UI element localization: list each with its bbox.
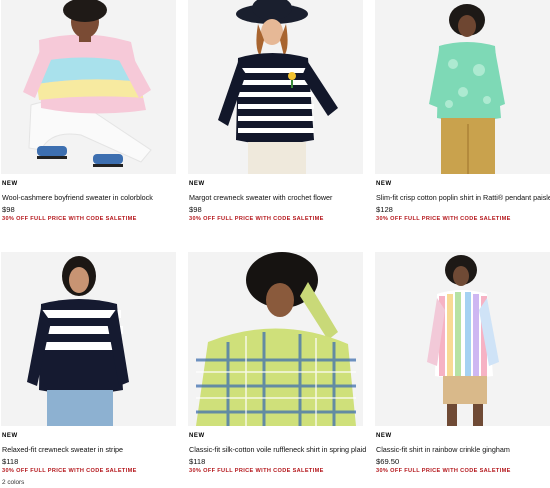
- product-price: $98: [2, 205, 15, 214]
- product-grid: NEW Wool-cashmere boyfriend sweater in c…: [0, 0, 550, 488]
- product-image-woman-striped-sweater-hat[interactable]: [188, 0, 363, 174]
- product-card-wool-cashmere-sweater[interactable]: NEW Wool-cashmere boyfriend sweater in c…: [1, 0, 176, 222]
- product-title[interactable]: Wool-cashmere boyfriend sweater in color…: [2, 193, 153, 202]
- product-title[interactable]: Classic-fit shirt in rainbow crinkle gin…: [376, 445, 510, 454]
- promo-text: 30% OFF FULL PRICE WITH CODE SALETIME: [376, 468, 511, 474]
- product-card-margot-sweater[interactable]: NEW Margot crewneck sweater with crochet…: [188, 0, 363, 222]
- product-card-rainbow-gingham-shirt[interactable]: NEW Classic-fit shirt in rainbow crinkle…: [375, 252, 550, 474]
- promo-text: 30% OFF FULL PRICE WITH CODE SALETIME: [376, 216, 511, 222]
- new-badge: NEW: [189, 181, 205, 187]
- product-card-paisley-shirt[interactable]: NEW Slim-fit crisp cotton poplin shirt i…: [375, 0, 550, 222]
- product-title[interactable]: Margot crewneck sweater with crochet flo…: [189, 193, 332, 202]
- product-price: $118: [189, 457, 206, 466]
- product-price: $128: [376, 205, 393, 214]
- product-image-woman-plaid-shirt[interactable]: [188, 252, 363, 426]
- new-badge: NEW: [376, 181, 392, 187]
- promo-text: 30% OFF FULL PRICE WITH CODE SALETIME: [2, 216, 137, 222]
- promo-text: 30% OFF FULL PRICE WITH CODE SALETIME: [189, 468, 324, 474]
- product-price: $118: [2, 457, 19, 466]
- product-image-woman-navy-stripe-sweater[interactable]: [1, 252, 176, 426]
- new-badge: NEW: [2, 181, 18, 187]
- new-badge: NEW: [2, 433, 18, 439]
- new-badge: NEW: [376, 433, 392, 439]
- product-image-woman-rainbow-gingham-shirt[interactable]: [375, 252, 550, 426]
- product-image-woman-green-paisley-shirt[interactable]: [375, 0, 550, 174]
- promo-text: 30% OFF FULL PRICE WITH CODE SALETIME: [2, 468, 137, 474]
- product-price: $69.50: [376, 457, 400, 466]
- product-title[interactable]: Slim-fit crisp cotton poplin shirt in Ra…: [376, 193, 550, 202]
- product-price: $98: [189, 205, 202, 214]
- product-title[interactable]: Relaxed-fit crewneck sweater in stripe: [2, 445, 123, 454]
- new-badge: NEW: [189, 433, 205, 439]
- product-title[interactable]: Classic-fit silk-cotton voile ruffleneck…: [189, 445, 366, 454]
- color-count[interactable]: 2 colors: [2, 479, 24, 486]
- product-image-woman-sweater-colorblock[interactable]: [1, 0, 176, 174]
- product-card-plaid-ruffleneck-shirt[interactable]: NEW Classic-fit silk-cotton voile ruffle…: [188, 252, 366, 474]
- product-card-relaxed-stripe-sweater[interactable]: NEW Relaxed-fit crewneck sweater in stri…: [1, 252, 176, 486]
- promo-text: 30% OFF FULL PRICE WITH CODE SALETIME: [189, 216, 324, 222]
